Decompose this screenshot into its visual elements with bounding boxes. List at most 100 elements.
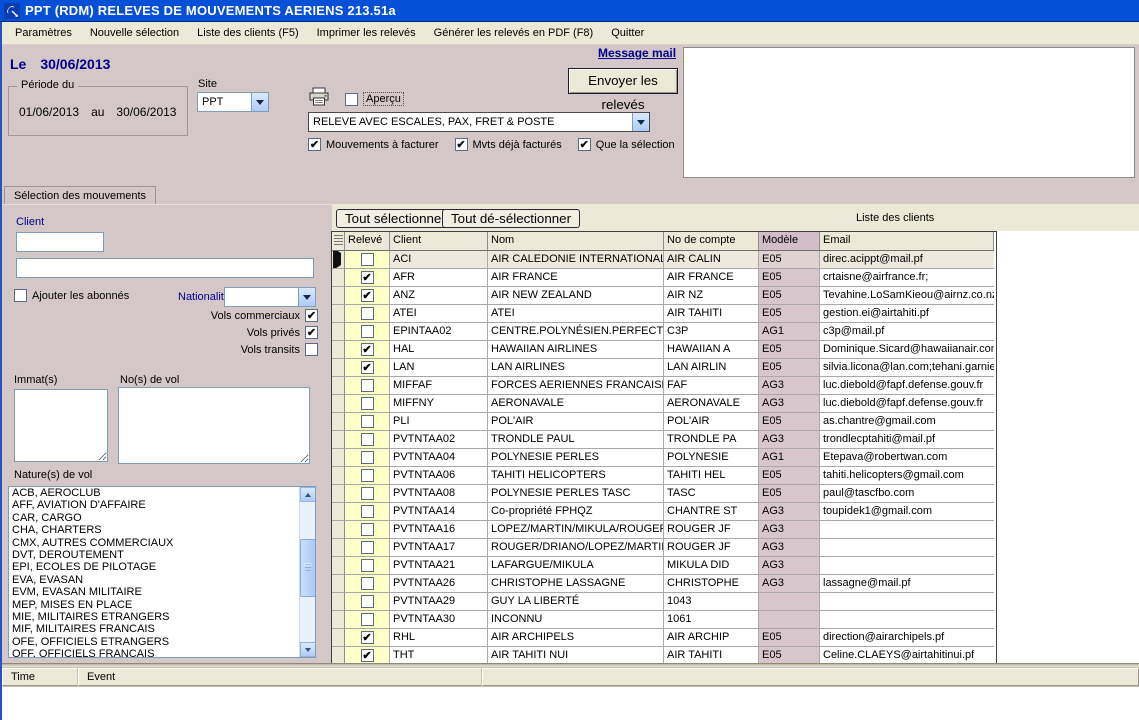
- scroll-down-button[interactable]: [300, 642, 316, 657]
- grid-row[interactable]: ATEIATEIAIR TAHITIE05gestion.ei@airtahit…: [332, 305, 996, 323]
- releve-checkbox[interactable]: [361, 253, 374, 266]
- no-de-vol-textarea[interactable]: [118, 387, 310, 464]
- client-code-input[interactable]: [16, 232, 104, 252]
- row-selector-cell[interactable]: [332, 323, 345, 341]
- releve-checkbox[interactable]: ✔: [361, 649, 374, 662]
- releve-checkbox[interactable]: [361, 451, 374, 464]
- nature-list-item[interactable]: ACB, AEROCLUB: [12, 487, 299, 499]
- releve-checkbox[interactable]: ✔: [361, 289, 374, 302]
- releve-checkbox[interactable]: [361, 433, 374, 446]
- releve-checkbox[interactable]: [361, 487, 374, 500]
- releve-checkbox[interactable]: ✔: [361, 271, 374, 284]
- grid-row[interactable]: PVTNTAA30INCONNU1061: [332, 611, 996, 629]
- grid-row[interactable]: PVTNTAA21LAFARGUE/MIKULAMIKULA DIDAG3: [332, 557, 996, 575]
- grid-row[interactable]: PVTNTAA08POLYNESIE PERLES TASCTASCE05pau…: [332, 485, 996, 503]
- grid-row[interactable]: PVTNTAA26CHRISTOPHE LASSAGNECHRISTOPHEAG…: [332, 575, 996, 593]
- releve-checkbox[interactable]: [361, 541, 374, 554]
- header-nom[interactable]: Nom: [488, 232, 664, 251]
- grid-row[interactable]: ✔ANZAIR NEW ZEALANDAIR NZE05Tevahine.LoS…: [332, 287, 996, 305]
- vols-transits-checkbox[interactable]: [305, 343, 318, 356]
- nature-list-item[interactable]: CMX, AUTRES COMMERCIAUX: [12, 537, 299, 549]
- nature-list-item[interactable]: DVT, DEROUTEMENT: [12, 549, 299, 561]
- row-selector-cell[interactable]: [332, 575, 345, 593]
- tout-selectionner-button[interactable]: Tout sélectionner: [336, 209, 455, 228]
- nature-list-item[interactable]: MEP, MISES EN PLACE: [12, 599, 299, 611]
- row-selector-cell[interactable]: [332, 413, 345, 431]
- site-dropdown-button[interactable]: [251, 93, 268, 111]
- releve-checkbox[interactable]: [361, 505, 374, 518]
- releve-checkbox[interactable]: [361, 559, 374, 572]
- menu-generer-pdf[interactable]: Générer les relevés en PDF (F8): [425, 24, 603, 42]
- tout-de-selectionner-button[interactable]: Tout dé-sélectionner: [442, 209, 580, 228]
- grid-row[interactable]: PVTNTAA16LOPEZ/MARTIN/MIKULA/ROUGERROUGE…: [332, 521, 996, 539]
- row-selector-cell[interactable]: [332, 305, 345, 323]
- row-selector-cell[interactable]: [332, 539, 345, 557]
- mouvements-a-facturer-checkbox[interactable]: ✔: [308, 138, 321, 151]
- releve-checkbox[interactable]: [361, 325, 374, 338]
- nature-list-item[interactable]: OFF, OFFICIELS FRANCAIS: [12, 648, 299, 657]
- nationalite-combobox[interactable]: [224, 287, 316, 307]
- nature-list-item[interactable]: EVM, EVASAN MILITAIRE: [12, 586, 299, 598]
- releve-checkbox[interactable]: [361, 595, 374, 608]
- grid-row[interactable]: PVTNTAA06TAHITI HELICOPTERSTAHITI HELE05…: [332, 467, 996, 485]
- releve-checkbox[interactable]: [361, 577, 374, 590]
- grid-row[interactable]: MIFFNYAERONAVALEAERONAVALEAG3luc.diebold…: [332, 395, 996, 413]
- row-selector-cell[interactable]: [332, 251, 345, 269]
- grid-row[interactable]: MIFFAFFORCES AERIENNES FRANCAISEFAFAG3lu…: [332, 377, 996, 395]
- message-mail-link[interactable]: Message mail: [598, 46, 676, 60]
- row-selector-cell[interactable]: [332, 611, 345, 629]
- nature-list-item[interactable]: OFE, OFFICIELS ETRANGERS: [12, 636, 299, 648]
- site-combobox[interactable]: PPT: [197, 92, 269, 112]
- log-header-time[interactable]: Time: [2, 668, 78, 686]
- tab-selection-des-mouvements[interactable]: Sélection des mouvements: [4, 186, 156, 205]
- grid-row[interactable]: PVTNTAA02TRONDLE PAULTRONDLE PAAG3trondl…: [332, 431, 996, 449]
- grid-row[interactable]: ✔RHLAIR ARCHIPELSAIR ARCHIPE05direction@…: [332, 629, 996, 647]
- apercu-checkbox[interactable]: [345, 93, 358, 106]
- grid-row[interactable]: ✔LANLAN AIRLINESLAN AIRLINE05silvia.lico…: [332, 359, 996, 377]
- header-client[interactable]: Client: [390, 232, 488, 251]
- ajouter-abonnes-checkbox[interactable]: [14, 289, 27, 302]
- que-la-selection-checkbox[interactable]: ✔: [578, 138, 591, 151]
- row-selector-cell[interactable]: [332, 341, 345, 359]
- row-selector-cell[interactable]: [332, 521, 345, 539]
- mvts-deja-factures-checkbox[interactable]: ✔: [455, 138, 468, 151]
- nature-list-item[interactable]: MIF, MILITAIRES FRANCAIS: [12, 623, 299, 635]
- menu-liste-des-clients[interactable]: Liste des clients (F5): [188, 24, 307, 42]
- row-selector-cell[interactable]: [332, 485, 345, 503]
- printer-icon[interactable]: [308, 87, 330, 106]
- grid-row[interactable]: ACIAIR CALEDONIE INTERNATIONALAIR CALINE…: [332, 251, 996, 269]
- releve-checkbox[interactable]: [361, 523, 374, 536]
- header-email[interactable]: Email: [820, 232, 994, 251]
- client-name-input[interactable]: [16, 258, 314, 278]
- grid-row[interactable]: PLIPOL'AIRPOL'AIRE05as.chantre@gmail.com: [332, 413, 996, 431]
- nature-list-item[interactable]: MIE, MILITAIRES ETRANGERS: [12, 611, 299, 623]
- releve-checkbox[interactable]: [361, 415, 374, 428]
- row-selector-cell[interactable]: [332, 467, 345, 485]
- row-selector-cell[interactable]: [332, 503, 345, 521]
- grid-row[interactable]: ✔HALHAWAIIAN AIRLINESHAWAIIAN AE05Domini…: [332, 341, 996, 359]
- nationalite-dropdown-button[interactable]: [298, 288, 315, 306]
- row-selector-cell[interactable]: [332, 593, 345, 611]
- releve-checkbox[interactable]: ✔: [361, 343, 374, 356]
- log-header-event[interactable]: Event: [78, 668, 482, 686]
- releve-checkbox[interactable]: [361, 469, 374, 482]
- header-modele[interactable]: Modèle: [759, 232, 820, 251]
- releve-checkbox[interactable]: [361, 613, 374, 626]
- title-bar[interactable]: PPT (RDM) RELEVES DE MOUVEMENTS AERIENS …: [0, 0, 1139, 22]
- grid-row[interactable]: PVTNTAA29GUY LA LIBERTÉ1043: [332, 593, 996, 611]
- scrollbar-thumb[interactable]: [300, 539, 316, 597]
- vols-prives-checkbox[interactable]: ✔: [305, 326, 318, 339]
- row-selector-cell[interactable]: [332, 287, 345, 305]
- menu-quitter[interactable]: Quitter: [602, 24, 653, 42]
- mail-message-textarea[interactable]: [683, 47, 1135, 178]
- immat-textarea[interactable]: [14, 389, 108, 462]
- grid-row[interactable]: PVTNTAA17ROUGER/DRIANO/LOPEZ/MARTINROUGE…: [332, 539, 996, 557]
- header-no-de-compte[interactable]: No de compte: [664, 232, 759, 251]
- nature-list-scrollbar[interactable]: [299, 487, 315, 657]
- releve-checkbox[interactable]: [361, 397, 374, 410]
- releve-checkbox[interactable]: [361, 307, 374, 320]
- nature-list-item[interactable]: EVA, EVASAN: [12, 574, 299, 586]
- row-selector-cell[interactable]: [332, 629, 345, 647]
- row-selector-cell[interactable]: [332, 557, 345, 575]
- grid-row[interactable]: PVTNTAA04POLYNESIE PERLESPOLYNESIEAG1Ete…: [332, 449, 996, 467]
